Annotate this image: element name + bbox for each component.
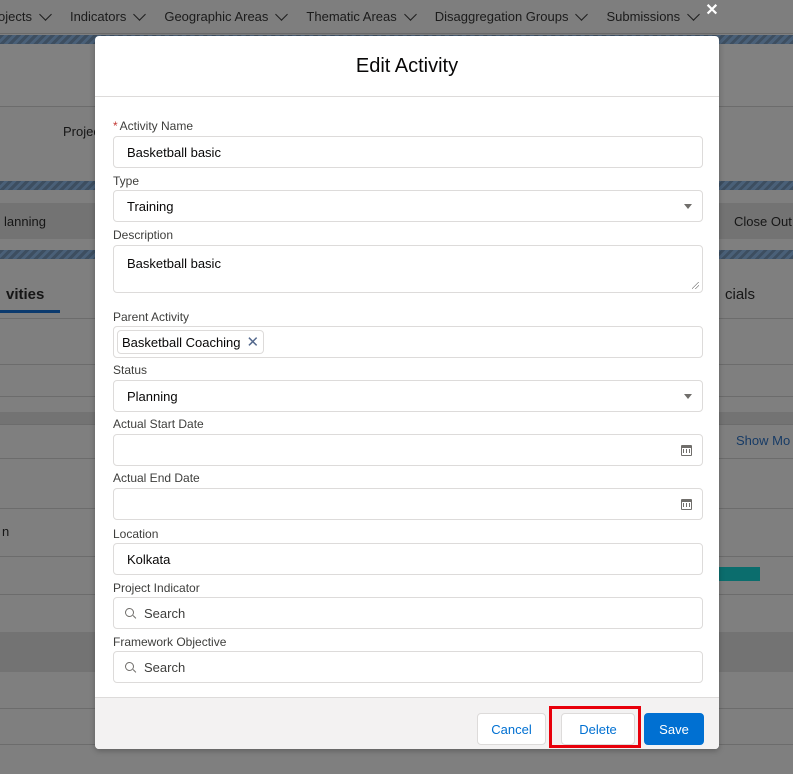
search-placeholder: Search <box>144 659 186 675</box>
type-label: Type <box>113 174 140 188</box>
activity-name-label-text: Activity Name <box>119 119 194 133</box>
nav-item-indicators[interactable]: Indicators <box>69 8 156 24</box>
modal-header: Edit Activity <box>95 36 719 97</box>
edit-activity-modal: Edit Activity * Activity Name Basketball … <box>95 36 719 749</box>
nav-item-disaggregation-groups[interactable]: Disaggregation Groups <box>434 8 599 24</box>
description-value: Basketball basic <box>127 256 221 271</box>
nav-item-label: Submissions <box>606 9 681 24</box>
location-label: Location <box>113 527 159 541</box>
search-icon <box>125 662 135 672</box>
search-placeholder: Search <box>144 605 186 621</box>
parent-activity-lookup[interactable]: Basketball Coaching ✕ <box>113 326 703 358</box>
parent-activity-pill[interactable]: Basketball Coaching ✕ <box>117 330 265 354</box>
location-input[interactable]: Kolkata <box>113 543 703 575</box>
chevron-down-icon <box>133 8 147 21</box>
remove-pill-icon[interactable]: ✕ <box>247 335 260 350</box>
nav-item-label: Indicators <box>69 9 127 24</box>
nav-item-submissions[interactable]: Submissions <box>606 8 710 24</box>
project-indicator-label: Project Indicator <box>113 581 200 595</box>
nav-item-label: Disaggregation Groups <box>434 9 569 24</box>
nav-item-projects[interactable]: ojects <box>0 8 62 24</box>
actual-end-date-label: Actual End Date <box>113 471 200 485</box>
calendar-icon[interactable] <box>681 499 692 510</box>
chevron-down-icon <box>403 8 417 21</box>
chevron-down-icon <box>275 8 289 21</box>
show-more-link[interactable]: Show Mo <box>736 433 790 448</box>
nav-item-label: ojects <box>0 9 32 24</box>
cancel-button[interactable]: Cancel <box>477 713 546 745</box>
close-icon[interactable]: ✕ <box>704 3 720 19</box>
select-arrow-icon <box>684 204 692 209</box>
chevron-down-icon <box>687 8 701 21</box>
type-value: Training <box>127 198 174 214</box>
description-textarea[interactable]: Basketball basic <box>113 245 703 293</box>
path-stage-close-out[interactable]: Close Out <box>734 214 792 229</box>
save-button[interactable]: Save <box>644 713 704 745</box>
top-navigation: ojects Indicators Geographic Areas Thema… <box>0 0 793 34</box>
activity-name-input[interactable]: Basketball basic <box>113 136 703 168</box>
nav-item-label: Geographic Areas <box>164 9 269 24</box>
framework-objective-label: Framework Objective <box>113 635 227 649</box>
parent-activity-label: Parent Activity <box>113 310 190 324</box>
resize-grip-icon[interactable] <box>692 282 699 289</box>
nav-item-geographic-areas[interactable]: Geographic Areas <box>164 8 298 24</box>
progress-bar <box>716 567 760 581</box>
description-label: Description <box>113 228 174 242</box>
actual-start-date-input[interactable] <box>113 434 703 466</box>
nav-item-thematic-areas[interactable]: Thematic Areas <box>306 8 426 24</box>
chevron-down-icon <box>39 8 52 21</box>
status-select[interactable]: Planning <box>113 380 703 412</box>
active-tab-underline <box>0 310 60 313</box>
path-stage-planning[interactable]: lanning <box>4 214 46 229</box>
status-label: Status <box>113 363 148 377</box>
delete-button[interactable]: Delete <box>561 713 635 745</box>
required-indicator: * <box>113 119 118 133</box>
project-indicator-search[interactable]: Search <box>113 597 703 629</box>
tab-financials[interactable]: cials <box>725 286 755 303</box>
activity-name-label: * Activity Name <box>113 119 193 133</box>
table-header-fragment: n <box>2 524 10 539</box>
select-arrow-icon <box>684 394 692 399</box>
nav-item-label: Thematic Areas <box>306 9 397 24</box>
modal-footer: Cancel Delete Save <box>95 697 719 749</box>
chevron-down-icon <box>575 8 589 21</box>
tab-activities[interactable]: vities <box>6 286 44 303</box>
calendar-icon[interactable] <box>681 445 692 456</box>
status-value: Planning <box>127 388 178 404</box>
modal-title: Edit Activity <box>355 54 459 77</box>
actual-start-date-label: Actual Start Date <box>113 417 204 431</box>
type-select[interactable]: Training <box>113 190 703 222</box>
actual-end-date-input[interactable] <box>113 488 703 520</box>
activity-name-value: Basketball basic <box>127 144 221 160</box>
location-value: Kolkata <box>127 551 171 567</box>
framework-objective-search[interactable]: Search <box>113 651 703 683</box>
pill-label: Basketball Coaching <box>122 334 241 350</box>
search-icon <box>125 608 135 618</box>
